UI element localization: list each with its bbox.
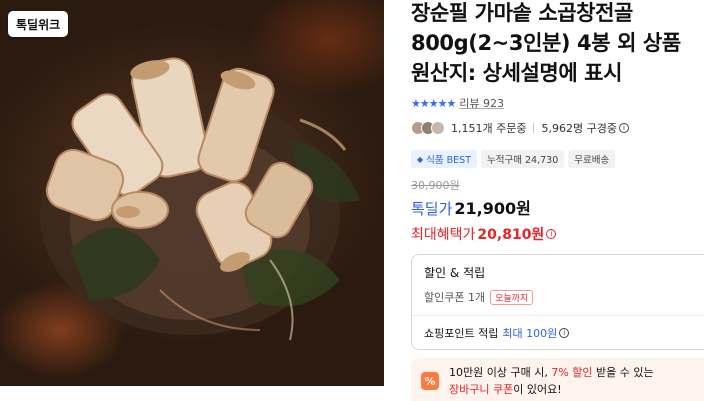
product-info-panel: 장순필 가마솥 소곱창전골 800g(2~3인분) 4봉 외 상품 원산지: 상…: [411, 0, 704, 401]
social-proof-row: 1,151개 주문중 5,962명 구경중 i: [411, 118, 704, 138]
promo-discount-highlight: 7% 할인: [551, 366, 593, 379]
viewer-count: 5,962명 구경중: [541, 122, 617, 135]
info-icon[interactable]: i: [546, 229, 557, 239]
tag-row: ◆ 식품 BEST 누적구매 24,730 무료배송: [411, 149, 704, 169]
benefit-title: 할인 & 적립: [424, 266, 486, 280]
cart-coupon-promo[interactable]: % 10만원 이상 구매 시, 7% 할인 받을 수 있는 장바구니 쿠폰이 있…: [411, 358, 704, 401]
percent-icon: %: [421, 372, 439, 390]
rating-row: ★★★★★ 리뷰 923: [411, 95, 704, 111]
brand-badge: 톡딜위크: [8, 11, 69, 37]
order-count: 1,151개 주문중: [451, 122, 527, 135]
coupon-label: 할인쿠폰 1개: [424, 291, 486, 304]
product-title: 장순필 가마솥 소곱창전골 800g(2~3인분) 4봉 외 상품 원산지: 상…: [411, 1, 681, 85]
max-benefit-row: 최대혜택가 20,810원 i: [411, 224, 704, 244]
product-image[interactable]: 톡딜위크: [0, 0, 384, 386]
info-icon[interactable]: i: [559, 328, 570, 338]
avatar: [431, 121, 445, 135]
promo-line-2: 장바구니 쿠폰이 있어요!: [449, 381, 654, 398]
promo-line-1-suffix: 받을 수 있는: [592, 366, 654, 379]
point-label: 쇼핑포인트 적립: [424, 327, 499, 340]
tag-label: 식품 BEST: [426, 155, 472, 166]
point-value: 최대 100원: [502, 327, 558, 340]
promo-coupon-highlight: 장바구니 쿠폰: [449, 383, 514, 396]
tag-free-shipping: 무료배송: [568, 150, 616, 168]
review-link[interactable]: 리뷰 923: [459, 95, 504, 111]
point-row: 쇼핑포인트 적립 최대 100원 i: [424, 325, 699, 341]
divider: [533, 123, 535, 133]
deal-price-label: 톡딜가: [411, 200, 453, 218]
promo-text: 10만원 이상 구매 시, 7% 할인 받을 수 있는 장바구니 쿠폰이 있어요…: [449, 364, 654, 398]
promo-line-1: 10만원 이상 구매 시, 7% 할인 받을 수 있는: [449, 364, 654, 381]
tag-food-best[interactable]: ◆ 식품 BEST: [411, 150, 478, 168]
max-benefit-label: 최대혜택가: [411, 227, 476, 243]
promo-line-1-prefix: 10만원 이상 구매 시,: [449, 366, 552, 379]
price-block: 30,900원 톡딜가 21,900원 최대혜택가 20,810원 i: [411, 177, 704, 244]
buyer-avatars: [411, 121, 445, 135]
star-rating-icon: ★★★★★: [411, 96, 456, 110]
info-icon[interactable]: i: [618, 123, 629, 133]
coupon-row: 할인쿠폰 1개 오늘까지: [424, 289, 699, 305]
original-price: 30,900원: [411, 179, 460, 192]
max-benefit-price: 20,810원: [477, 227, 545, 243]
tag-cumulative-purchases: 누적구매 24,730: [481, 150, 565, 168]
benefit-box[interactable]: 할인 & 적립 할인쿠폰 1개 오늘까지 쇼핑포인트 적립 최대 100원 i: [411, 254, 704, 350]
product-photo-illustration: [40, 57, 360, 341]
deal-price: 21,900원: [454, 199, 531, 218]
deal-price-row: 톡딜가 21,900원: [411, 195, 704, 219]
divider: [412, 315, 704, 316]
coupon-deadline-badge: 오늘까지: [490, 289, 534, 305]
diamond-icon: ◆: [417, 154, 424, 164]
promo-line-2-suffix: 이 있어요!: [513, 383, 562, 396]
